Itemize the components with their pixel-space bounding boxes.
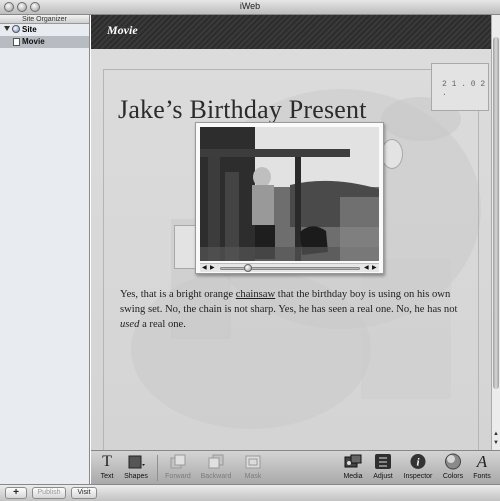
media-button-label: Media [343, 473, 363, 480]
adjust-button[interactable]: Adjust [370, 453, 396, 480]
body-text-underlined: chainsaw [235, 289, 276, 300]
page-label: Movie [22, 37, 45, 46]
forward-button[interactable]: Forward [164, 453, 192, 480]
site-organizer-header: Site Organizer [0, 15, 89, 24]
body-text-emphasis: used [120, 319, 140, 330]
body-text-part-3: a real one. [139, 319, 186, 330]
shapes-button[interactable]: Shapes [123, 453, 149, 480]
movie-controls: ◀ ▶ ◀ ▶ [200, 263, 379, 272]
bottom-toolbar: T Text Shapes Forward Backward Mask Medi… [91, 450, 500, 484]
visit-button[interactable]: Visit [71, 487, 97, 499]
color-wheel-icon [441, 453, 465, 470]
sidebar-item-movie[interactable]: Movie [0, 36, 89, 48]
scroll-down-arrow-icon[interactable]: ▼ [493, 440, 499, 447]
play-icon[interactable]: ▶ [210, 265, 215, 272]
page-canvas[interactable]: Movie 2 1 . 0 2 . Jake’s Birthday Presen… [91, 15, 491, 450]
text-icon: T [102, 453, 112, 470]
mask-icon [241, 453, 265, 470]
media-button[interactable]: Media [341, 453, 365, 480]
stamp-decoration-left [174, 225, 196, 269]
text-button-label: Text [100, 473, 114, 480]
inspector-button-label: Inspector [403, 473, 433, 480]
stamp-text: 2 1 . 0 2 . [442, 80, 486, 98]
shapes-button-label: Shapes [124, 473, 148, 480]
window-title: iWeb [239, 1, 261, 11]
toolbar-divider [157, 455, 158, 481]
info-icon: i [401, 453, 435, 470]
page-body-text[interactable]: Yes, that is a bright orange chainsaw th… [120, 287, 470, 332]
volume-icon[interactable]: ◀ [202, 265, 207, 272]
mask-button[interactable]: Mask [241, 453, 265, 480]
adjust-icon [370, 453, 396, 470]
site-organizer: Site Organizer Site Movie [0, 15, 90, 484]
disclosure-triangle-icon[interactable] [4, 26, 10, 31]
publish-button[interactable]: Publish [32, 487, 66, 499]
scroll-up-arrow-icon[interactable]: ▲ [493, 431, 499, 438]
rewind-icon[interactable]: ◀ [364, 265, 369, 272]
forward-button-label: Forward [165, 473, 191, 480]
inspector-button[interactable]: i Inspector [401, 453, 435, 480]
postmark-decoration [381, 139, 403, 169]
site-globe-icon [12, 25, 20, 33]
banner-title[interactable]: Movie [107, 23, 138, 38]
site-label: Site [22, 25, 37, 34]
bring-forward-icon [164, 453, 192, 470]
fast-forward-icon[interactable]: ▶ [372, 265, 377, 272]
playhead-knob[interactable] [243, 264, 252, 272]
bottom-bar: + Publish Visit [0, 484, 500, 501]
mask-button-label: Mask [244, 473, 262, 480]
colors-button[interactable]: Colors [441, 453, 465, 480]
backward-button-label: Backward [200, 473, 232, 480]
page-title[interactable]: Jake’s Birthday Present [118, 95, 367, 125]
adjust-button-label: Adjust [373, 473, 393, 480]
movie-scrubber[interactable] [220, 267, 360, 270]
fonts-button[interactable]: A Fonts [471, 453, 493, 480]
scrollbar-thumb[interactable] [493, 37, 499, 389]
movie-frame[interactable]: ◀ ▶ ◀ ▶ [195, 122, 384, 274]
movie-image [200, 127, 379, 261]
shapes-icon [123, 453, 149, 470]
page-banner: Movie [91, 15, 491, 49]
postage-stamp-decoration: 2 1 . 0 2 . [431, 63, 489, 111]
window-titlebar: iWeb [0, 0, 500, 15]
movie-still[interactable] [200, 127, 379, 261]
sidebar-item-site[interactable]: Site [0, 24, 89, 36]
canvas-scrollbar[interactable]: ▲ ▼ [491, 15, 500, 450]
add-page-button[interactable]: + [5, 487, 27, 499]
page-icon [13, 38, 20, 46]
body-text-part-1: Yes, that is a bright orange [120, 289, 236, 300]
backward-button[interactable]: Backward [199, 453, 233, 480]
fonts-icon: A [476, 452, 488, 471]
colors-button-label: Colors [442, 473, 464, 480]
text-button[interactable]: T Text [97, 453, 117, 480]
send-backward-icon [199, 453, 233, 470]
fonts-button-label: Fonts [473, 473, 491, 480]
media-icon [341, 453, 365, 470]
